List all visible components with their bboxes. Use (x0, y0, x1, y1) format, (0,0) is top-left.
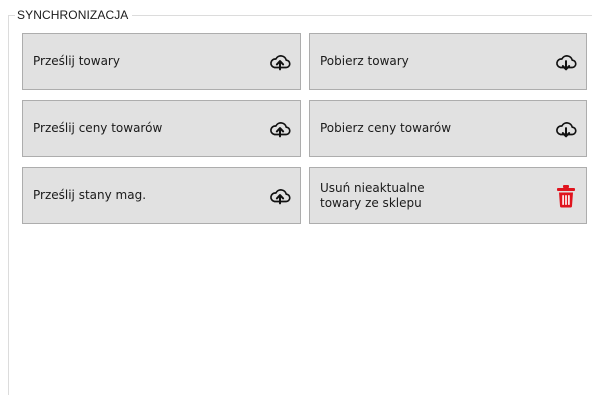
cloud-upload-icon (268, 50, 292, 74)
cloud-upload-icon (268, 184, 292, 208)
upload-products-label: Prześlij towary (33, 54, 120, 68)
upload-products-button[interactable]: Prześlij towary (22, 33, 301, 90)
upload-prices-label: Prześlij ceny towarów (33, 121, 163, 135)
cloud-download-icon (554, 50, 578, 74)
cloud-download-icon (554, 117, 578, 141)
trash-icon (554, 184, 578, 208)
upload-stock-label: Prześlij stany mag. (33, 188, 147, 202)
remove-outdated-products-button[interactable]: Usuń nieaktualne towary ze sklepu (309, 167, 587, 224)
download-products-button[interactable]: Pobierz towary (309, 33, 587, 90)
download-prices-label: Pobierz ceny towarów (320, 121, 452, 135)
download-prices-button[interactable]: Pobierz ceny towarów (309, 100, 587, 157)
cloud-upload-icon (268, 117, 292, 141)
upload-prices-button[interactable]: Prześlij ceny towarów (22, 100, 301, 157)
remove-outdated-products-label: Usuń nieaktualne towary ze sklepu (320, 180, 425, 210)
group-title: SYNCHRONIZACJA (15, 8, 133, 22)
upload-stock-button[interactable]: Prześlij stany mag. (22, 167, 301, 224)
download-products-label: Pobierz towary (320, 54, 409, 68)
